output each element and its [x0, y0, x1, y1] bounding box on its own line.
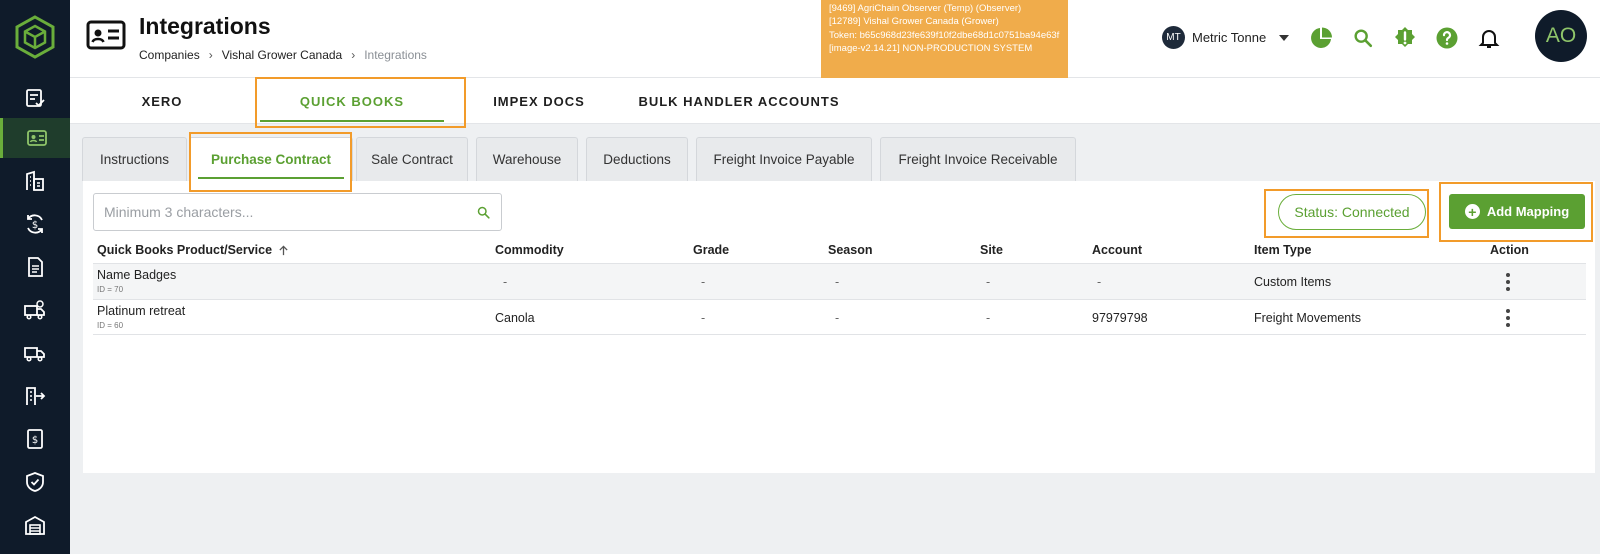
add-mapping-button[interactable]: + Add Mapping — [1449, 194, 1585, 229]
breadcrumb-current: Integrations — [364, 48, 427, 62]
search-input[interactable] — [104, 204, 476, 220]
search-field[interactable] — [93, 193, 502, 231]
product-id: ID = 60 — [97, 321, 124, 330]
season-cell: - — [835, 275, 840, 289]
table-row[interactable]: Name Badges ID = 70 - - - - - Custom Ite… — [93, 263, 1586, 299]
item-type-cell: Custom Items — [1254, 275, 1332, 289]
nav-outload-icon[interactable] — [0, 376, 70, 416]
plus-circle-icon: + — [1464, 204, 1480, 219]
page-header: Integrations Companies › Vishal Grower C… — [70, 0, 1600, 78]
commodity-cell: Canola — [495, 311, 535, 325]
sidebar: $ $ — [0, 0, 70, 554]
subtab-freight-invoice-receivable[interactable]: Freight Invoice Receivable — [880, 137, 1076, 181]
product-name: Platinum retreat — [97, 304, 186, 318]
subtab-deductions[interactable]: Deductions — [586, 137, 688, 181]
env-line: [12789] Vishal Grower Canada (Grower) — [829, 16, 999, 28]
nav-freight-search-icon[interactable] — [0, 290, 70, 330]
breadcrumb: Companies › Vishal Grower Canada › Integ… — [139, 48, 427, 62]
column-header: Action — [1490, 243, 1529, 257]
search-icon[interactable] — [1350, 25, 1376, 51]
nav-invoices-icon[interactable]: $ — [0, 419, 70, 459]
nav-payments-icon[interactable]: $ — [0, 204, 70, 244]
mapping-panel: Status: Connected + Add Mapping Quick Bo… — [83, 181, 1595, 473]
tab-impex-docs[interactable]: IMPEX DOCS — [484, 78, 594, 124]
unit-selector[interactable]: MT Metric Tonne — [1162, 26, 1290, 49]
breadcrumb-company[interactable]: Vishal Grower Canada — [222, 48, 343, 62]
table-row[interactable]: Platinum retreat ID = 60 Canola - - - 97… — [93, 299, 1586, 335]
svg-text:$: $ — [32, 220, 38, 231]
env-line: [image-v2.14.21] NON-PRODUCTION SYSTEM — [829, 42, 1033, 54]
site-cell: - — [986, 311, 991, 325]
bell-icon[interactable] — [1476, 25, 1502, 51]
grade-cell: - — [701, 311, 706, 325]
nav-truck-icon[interactable] — [0, 333, 70, 373]
more-vert-icon[interactable] — [1505, 309, 1511, 327]
help-icon[interactable] — [1434, 25, 1460, 51]
account-cell: - — [1097, 275, 1102, 289]
product-id: ID = 70 — [97, 285, 124, 294]
agrichain-logo[interactable] — [12, 14, 58, 60]
page-title: Integrations — [139, 13, 271, 39]
account-cell: 97979798 — [1092, 311, 1148, 325]
subtab-instructions[interactable]: Instructions — [82, 137, 187, 181]
grade-cell: - — [701, 275, 706, 289]
nav-contracts-icon[interactable] — [0, 78, 70, 118]
nav-documents-icon[interactable] — [0, 247, 70, 287]
column-header[interactable]: Grade — [693, 243, 729, 257]
table-header: Quick Books Product/Service Commodity Gr… — [93, 237, 1586, 263]
chevron-right-icon: › — [208, 48, 213, 62]
column-header[interactable]: Account — [1092, 243, 1142, 257]
tab-bulk-handler-accounts[interactable]: BULK HANDLER ACCOUNTS — [636, 78, 842, 124]
subtab-purchase-contract[interactable]: Purchase Contract — [189, 137, 353, 181]
integration-tabs: XERO QUICK BOOKS IMPEX DOCS BULK HANDLER… — [70, 78, 1600, 124]
sort-arrow-up-icon[interactable] — [278, 244, 289, 256]
add-mapping-label: Add Mapping — [1486, 204, 1570, 219]
user-avatar[interactable]: AO — [1535, 10, 1587, 62]
subtab-warehouse[interactable]: Warehouse — [476, 137, 578, 181]
unit-avatar: MT — [1162, 26, 1185, 49]
column-header[interactable]: Quick Books Product/Service — [97, 243, 289, 257]
site-cell: - — [986, 275, 991, 289]
nav-security-icon[interactable] — [0, 462, 70, 502]
breadcrumb-companies[interactable]: Companies — [139, 48, 200, 62]
subtab-freight-invoice-payable[interactable]: Freight Invoice Payable — [696, 137, 872, 181]
env-line: Token: b65c968d23fe639f10f2dbe68d1c0751b… — [829, 29, 1060, 41]
caret-down-icon — [1279, 34, 1290, 41]
nav-sites-icon[interactable] — [0, 161, 70, 201]
product-cell: Name Badges ID = 70 — [97, 268, 176, 294]
item-type-cell: Freight Movements — [1254, 311, 1361, 325]
more-vert-icon[interactable] — [1505, 273, 1511, 291]
environment-banner: [9469] AgriChain Observer (Temp) (Observ… — [821, 0, 1068, 78]
season-cell: - — [835, 311, 840, 325]
mapping-table: Quick Books Product/Service Commodity Gr… — [93, 237, 1586, 335]
id-card-icon — [86, 20, 126, 50]
column-header[interactable]: Commodity — [495, 243, 564, 257]
status-badge: Status: Connected — [1278, 194, 1426, 230]
product-name: Name Badges — [97, 268, 177, 282]
nav-warehouse-icon[interactable] — [0, 505, 70, 545]
pie-chart-icon[interactable] — [1308, 25, 1334, 51]
nav-companies-icon[interactable] — [0, 118, 70, 158]
tab-xero[interactable]: XERO — [116, 78, 208, 124]
env-line: [9469] AgriChain Observer (Temp) (Observ… — [829, 3, 1022, 14]
column-label: Quick Books Product/Service — [97, 243, 273, 257]
chevron-right-icon: › — [351, 48, 356, 62]
product-cell: Platinum retreat ID = 60 — [97, 304, 185, 330]
subtab-sale-contract[interactable]: Sale Contract — [356, 137, 468, 181]
column-header[interactable]: Season — [828, 243, 872, 257]
unit-label: Metric Tonne — [1192, 30, 1267, 45]
search-icon[interactable] — [476, 205, 491, 220]
column-header[interactable]: Item Type — [1254, 243, 1311, 257]
column-header[interactable]: Site — [980, 243, 1003, 257]
svg-text:$: $ — [32, 435, 38, 446]
tab-quick-books[interactable]: QUICK BOOKS — [260, 78, 444, 124]
commodity-cell: - — [503, 275, 508, 289]
alert-badge-icon[interactable] — [1392, 25, 1418, 51]
